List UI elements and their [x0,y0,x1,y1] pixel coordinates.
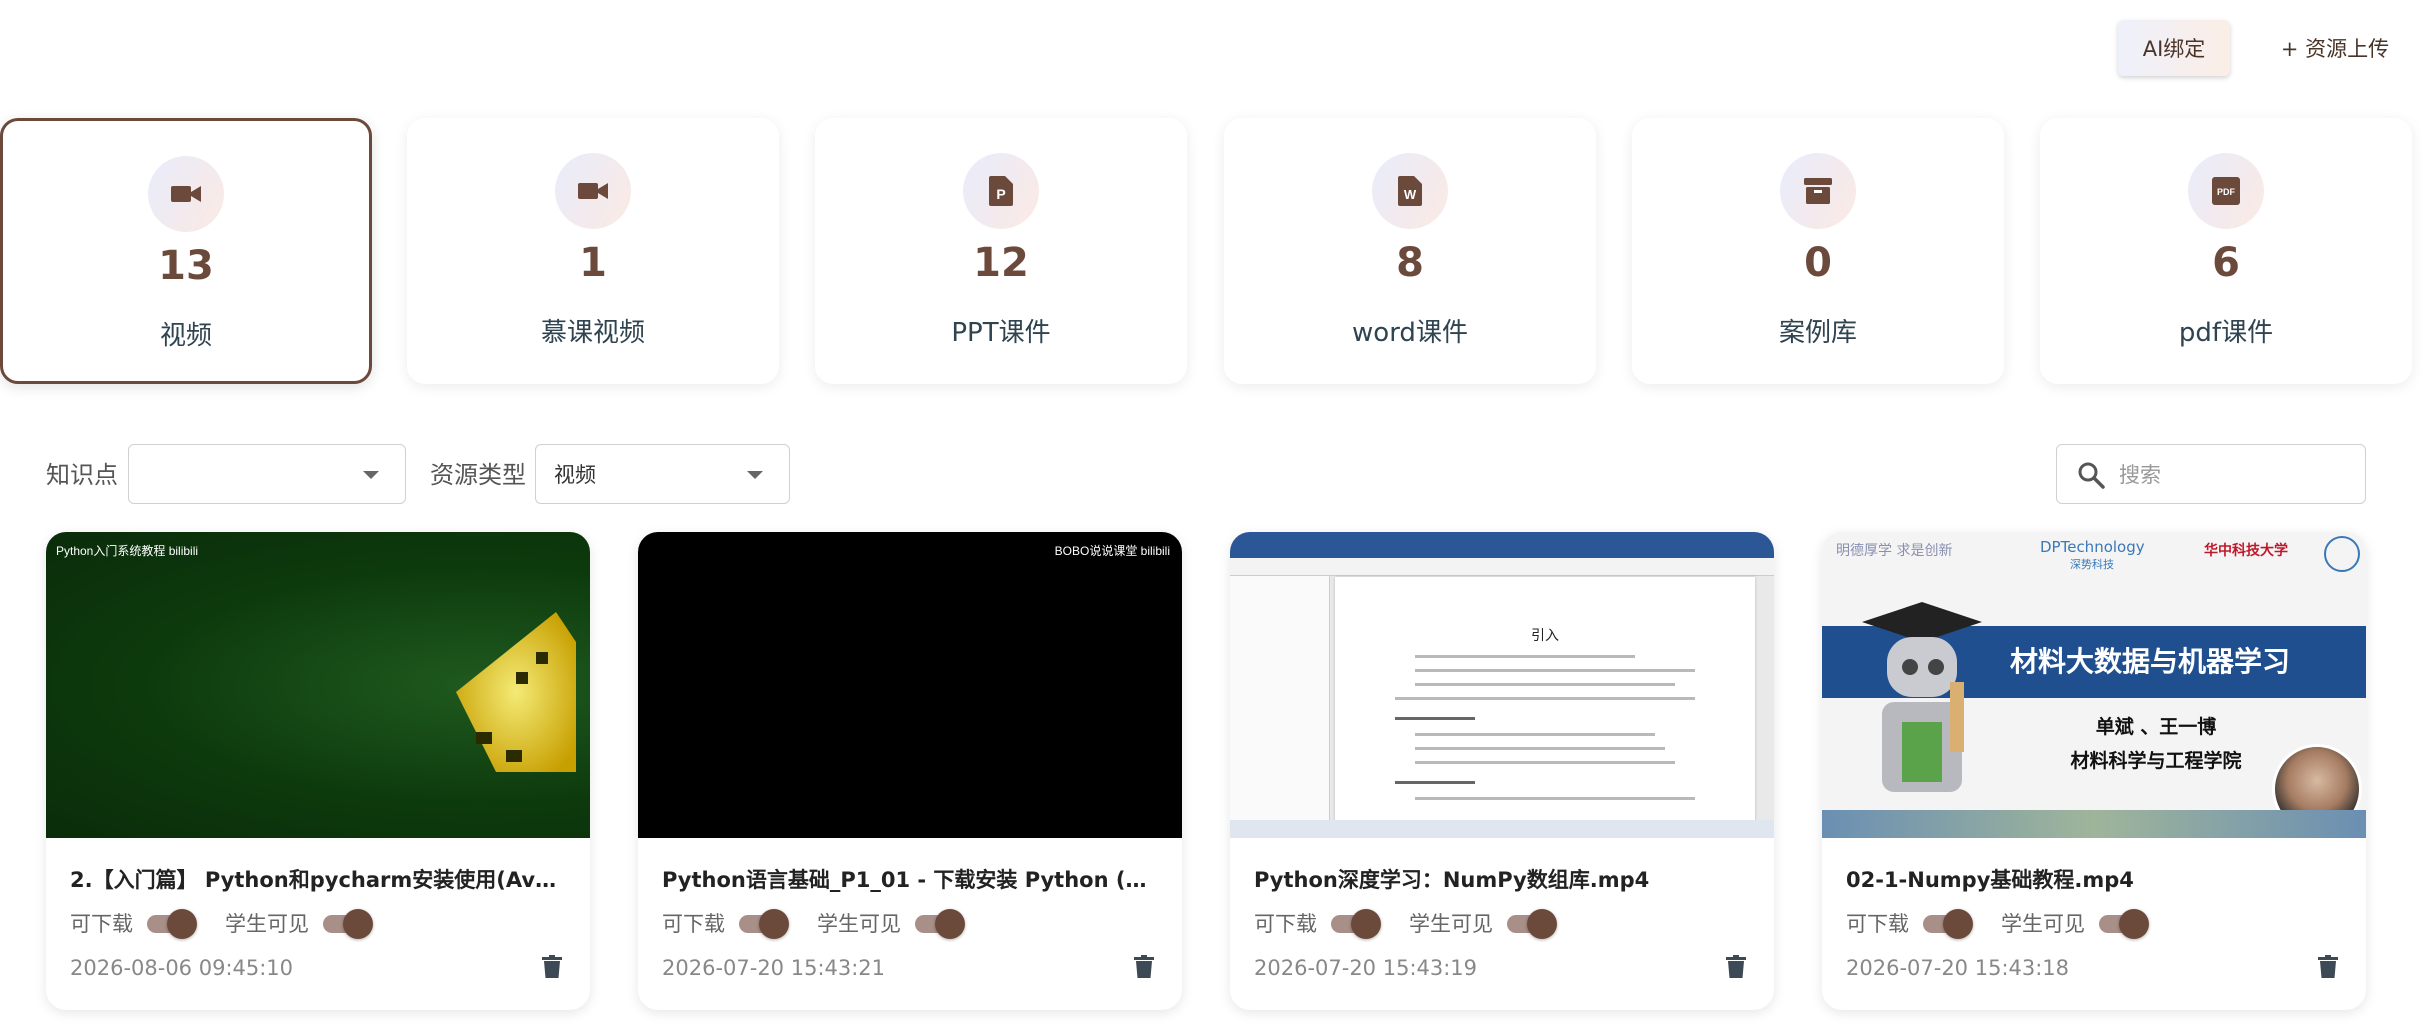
student-visible-label: 学生可见 [817,912,901,936]
resource-type-label: 资源类型 [430,461,526,489]
resource-date: 2026-08-06 09:45:10 [70,956,294,980]
stat-label: pdf课件 [2178,318,2274,348]
stat-count: 12 [973,240,1029,286]
stat-count: 1 [579,240,607,286]
student-visible-label: 学生可见 [225,912,309,936]
resource-card[interactable]: BOBO说说课堂 bilibili Python语言基础_P1_01 - 下载安… [638,532,1182,1010]
university-seal-icon [2324,536,2360,572]
slide-org-sub: 深势科技 [2070,558,2114,571]
downloadable-label: 可下载 [70,912,133,936]
stat-card-mooc-video[interactable]: 1 慕课视频 [407,118,779,384]
slide-motto: 明德厚学 求是创新 [1836,543,1953,559]
downloadable-toggle[interactable] [147,909,197,939]
taskbar [1230,820,1774,838]
search-placeholder: 搜索 [2119,463,2161,487]
stat-label: 慕课视频 [540,318,645,348]
slide-school: 材料科学与工程学院 [2070,750,2242,772]
document-heading: 引入 [1531,628,1559,644]
trash-icon[interactable] [542,955,562,983]
stat-count: 13 [158,243,214,289]
chevron-down-icon [363,471,379,479]
downloadable-toggle[interactable] [1923,909,1973,939]
search-input[interactable]: 搜索 [2056,444,2366,504]
stat-card-pdf[interactable]: PDF 6 pdf课件 [2040,118,2412,384]
ai-bind-button[interactable]: AI绑定 [2118,20,2230,76]
video-thumbnail[interactable]: BOBO说说课堂 bilibili [638,532,1182,838]
stat-label: 案例库 [1778,318,1857,348]
downloadable-label: 可下载 [662,912,725,936]
resource-type-select[interactable]: 视频 [535,444,790,504]
resource-title: Python语言基础_P1_01 - 下载安装 Python (Win).mp4 [662,868,1162,892]
knowledge-point-label: 知识点 [46,461,118,489]
downloadable-toggle[interactable] [1331,909,1381,939]
student-visible-toggle[interactable] [2099,909,2149,939]
slide-university: 华中科技大学 [2204,543,2288,559]
document-page: 引入 [1335,577,1755,835]
stat-card-word[interactable]: W 8 word课件 [1224,118,1596,384]
trash-icon[interactable] [1726,955,1746,983]
downloadable-toggle[interactable] [739,909,789,939]
archive-box-icon [1780,153,1856,229]
downloadable-label: 可下载 [1254,912,1317,936]
video-thumbnail[interactable]: 明德厚学 求是创新 DPTechnology 深势科技 华中科技大学 材料大数据… [1822,532,2366,838]
resource-card[interactable]: 引入 Python深度学习：NumPy数组库.mp4 可下载 学生可见 2026… [1230,532,1774,1010]
stat-card-case-library[interactable]: 0 案例库 [1632,118,2004,384]
resource-title: 02-1-Numpy基础教程.mp4 [1846,868,2134,892]
student-visible-toggle[interactable] [915,909,965,939]
search-icon [2077,461,2105,494]
knowledge-point-select[interactable] [128,444,406,504]
stat-label: PPT课件 [951,318,1051,348]
word-file-icon: W [1372,153,1448,229]
svg-text:PDF: PDF [2217,187,2236,197]
video-thumbnail[interactable]: Python入门系统教程 bilibili [46,532,590,838]
stat-card-ppt[interactable]: P 12 PPT课件 [815,118,1187,384]
trash-icon[interactable] [2318,955,2338,983]
slide-org: DPTechnology [2040,538,2145,556]
campus-strip [1822,810,2366,838]
robot-graduate-icon [1862,602,1982,792]
student-visible-label: 学生可见 [1409,912,1493,936]
resource-card[interactable]: Python入门系统教程 bilibili 2.【入门篇】 Python和pyc… [46,532,590,1010]
svg-text:W: W [1404,187,1417,202]
pdf-file-icon: PDF [2188,153,2264,229]
svg-text:P: P [996,186,1005,202]
resource-date: 2026-07-20 15:43:18 [1846,956,2070,980]
chevron-down-icon [747,471,763,479]
resource-date: 2026-07-20 15:43:21 [662,956,886,980]
video-thumbnail[interactable]: 引入 [1230,532,1774,838]
film-reel-icon [456,612,576,772]
thumbnail-watermark: BOBO说说课堂 bilibili [1054,544,1170,558]
video-camera-icon [555,153,631,229]
student-visible-toggle[interactable] [1507,909,1557,939]
stat-count: 0 [1804,240,1832,286]
navigation-pane [1230,576,1330,826]
student-visible-toggle[interactable] [323,909,373,939]
trash-icon[interactable] [1134,955,1154,983]
resource-title: Python深度学习：NumPy数组库.mp4 [1254,868,1650,892]
resource-card[interactable]: 明德厚学 求是创新 DPTechnology 深势科技 华中科技大学 材料大数据… [1822,532,2366,1010]
student-visible-label: 学生可见 [2001,912,2085,936]
video-camera-icon [148,156,224,232]
window-titlebar [1230,532,1774,558]
ppt-file-icon: P [963,153,1039,229]
stat-label: word课件 [1352,318,1468,348]
thumbnail-watermark: Python入门系统教程 bilibili [56,544,199,558]
downloadable-label: 可下载 [1846,912,1909,936]
stat-card-video[interactable]: 13 视频 [0,118,372,384]
ribbon [1230,558,1774,576]
slide-authors: 单斌 、王一博 [2095,716,2217,738]
resource-date: 2026-07-20 15:43:19 [1254,956,1478,980]
stat-count: 8 [1396,240,1424,286]
resource-upload-button[interactable]: + 资源上传 [2255,20,2415,76]
stat-count: 6 [2212,240,2240,286]
stat-label: 视频 [159,321,212,351]
resource-title: 2.【入门篇】 Python和pycharm安装使用(Av11702... [70,868,570,892]
resource-type-value: 视频 [554,463,596,487]
